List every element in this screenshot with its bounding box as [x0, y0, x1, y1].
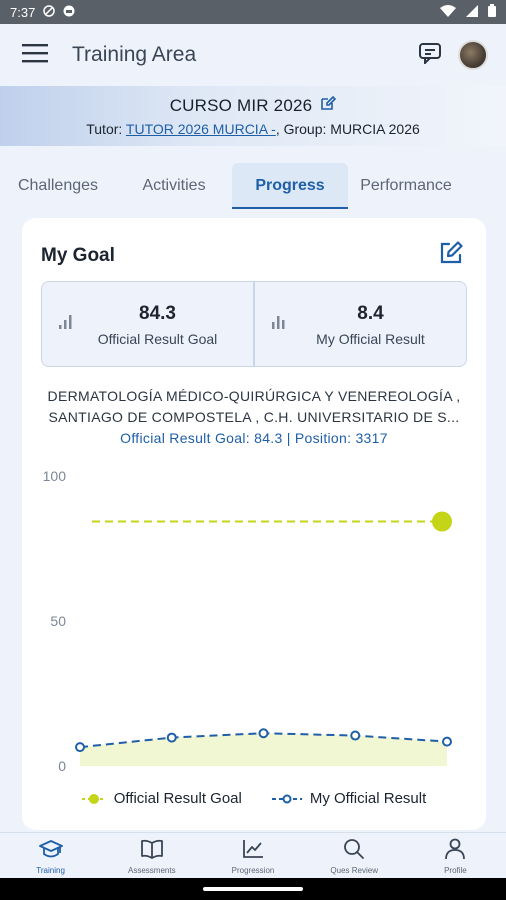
tab-bar: Challenges Activities Progress Performan…	[0, 163, 506, 209]
my-result-series-point	[350, 730, 361, 741]
specialty-line: DERMATOLOGÍA MÉDICO-QUIRÚRGICA Y VENEREO…	[47, 388, 461, 404]
edit-course-icon[interactable]	[320, 95, 337, 116]
stat-label: Official Result Goal	[97, 331, 218, 347]
tutor-link[interactable]: TUTOR 2026 MURCIA -	[126, 121, 276, 137]
graduation-cap-icon	[38, 840, 63, 864]
avatar[interactable]	[458, 40, 488, 70]
nav-ques-review[interactable]: Ques Review	[304, 833, 405, 878]
system-navigation-bar	[0, 878, 506, 900]
vpn-key-icon	[43, 4, 56, 20]
course-meta: Tutor: TUTOR 2026 MURCIA -, Group: MURCI…	[0, 121, 506, 137]
my-result-series-point	[166, 732, 177, 743]
edit-goal-icon[interactable]	[438, 240, 464, 271]
battery-icon	[488, 4, 496, 20]
nav-profile[interactable]: Profile	[405, 833, 506, 878]
specialty-description: DERMATOLOGÍA MÉDICO-QUIRÚRGICA Y VENEREO…	[32, 386, 476, 449]
course-name: CURSO MIR 2026	[169, 95, 313, 115]
line-chart-icon	[241, 840, 265, 864]
group-label: , Group:	[275, 121, 331, 137]
bar-chart-icon	[58, 314, 74, 335]
nav-label: Ques Review	[330, 866, 378, 875]
bar-chart-icon	[271, 314, 287, 335]
y-tick-label: 0	[58, 758, 66, 774]
stat-official-result-goal: 84.3 Official Result Goal	[42, 282, 253, 366]
nav-training[interactable]: Training	[0, 833, 101, 878]
specialty-line: SANTIAGO DE COMPOSTELA , C.H. UNIVERSITA…	[48, 409, 460, 425]
my-result-series-point	[75, 742, 85, 753]
nav-label: Assessments	[128, 866, 176, 875]
person-icon	[443, 838, 467, 864]
goal-series-point	[432, 511, 452, 532]
tab-activities[interactable]: Activities	[116, 163, 232, 209]
legend-my-result-marker	[271, 794, 302, 803]
tab-challenges[interactable]: Challenges	[0, 163, 116, 209]
chart-legend: Official Result Goal My Official Result	[22, 790, 486, 807]
my-result-series-point	[258, 728, 269, 739]
goal-card: My Goal 84.3 Official Result Goal 8.4 My…	[22, 218, 486, 830]
y-tick-label: 50	[50, 613, 66, 629]
goal-card-title: My Goal	[41, 244, 115, 266]
search-icon	[342, 839, 366, 864]
tutor-label: Tutor:	[86, 121, 126, 137]
legend-item-my-result: My Official Result	[271, 790, 427, 807]
legend-label: Official Result Goal	[113, 790, 242, 807]
progress-chart: 100 50 0	[43, 468, 452, 774]
my-result-series-point	[442, 736, 452, 747]
signal-icon	[466, 4, 478, 20]
stat-my-official-result: 8.4 My Official Result	[253, 282, 466, 366]
bottom-nav: Training Assessments Progression Ques Re…	[0, 832, 506, 878]
book-icon	[140, 839, 164, 864]
goal-stats: 84.3 Official Result Goal 8.4 My Officia…	[41, 281, 467, 367]
stat-label: My Official Result	[316, 331, 425, 347]
nav-assessments[interactable]: Assessments	[101, 833, 202, 878]
app-bar: Training Area	[0, 24, 506, 86]
goal-position-line: Official Result Goal: 84.3 | Position: 3…	[120, 430, 388, 446]
legend-label: My Official Result	[309, 790, 427, 807]
nav-label: Progression	[231, 866, 275, 875]
status-bar: 7:37	[0, 0, 506, 24]
stat-value: 8.4	[357, 303, 384, 324]
app-title: Training Area	[72, 43, 197, 66]
group-value: MURCIA 2026	[330, 121, 420, 137]
nav-label: Training	[36, 866, 65, 875]
legend-goal-marker	[81, 793, 106, 804]
nav-progression[interactable]: Progression	[202, 833, 303, 878]
tab-progress[interactable]: Progress	[232, 163, 348, 209]
home-indicator[interactable]	[203, 887, 303, 891]
wifi-icon	[440, 4, 456, 20]
status-time: 7:37	[10, 4, 36, 20]
course-banner: CURSO MIR 2026 Tutor: TUTOR 2026 MURCIA …	[0, 86, 506, 146]
y-tick-label: 100	[43, 468, 67, 484]
shield-icon	[63, 5, 75, 20]
hamburger-menu-icon[interactable]	[22, 43, 48, 68]
stat-value: 84.3	[139, 303, 176, 324]
legend-item-goal: Official Result Goal	[81, 790, 242, 807]
nav-label: Profile	[444, 866, 467, 875]
chat-icon[interactable]	[418, 42, 442, 69]
tab-performance[interactable]: Performance	[348, 163, 464, 209]
